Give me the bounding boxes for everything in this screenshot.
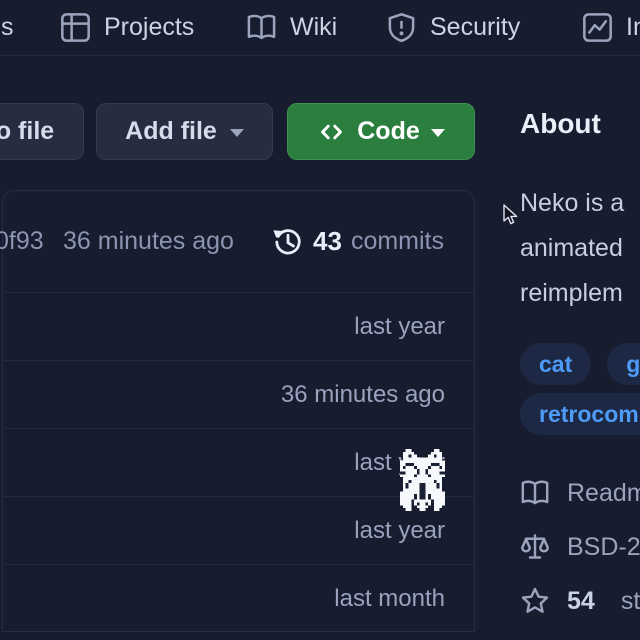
tab-wiki-label: Wiki [290, 13, 337, 42]
table-row[interactable]: 36 minutes ago [3, 360, 474, 428]
star-icon [520, 586, 550, 616]
file-row-time: last year [354, 517, 445, 545]
tab-security[interactable]: Security [386, 0, 520, 55]
topic-tag-cat[interactable]: cat [520, 343, 591, 385]
cursor-arrow-icon [503, 204, 520, 232]
stars-count: 54 [567, 587, 595, 616]
history-icon [272, 226, 304, 258]
license-link[interactable]: BSD-2 [520, 532, 640, 562]
tab-insights-label: In [626, 13, 640, 42]
table-icon [60, 12, 91, 43]
tab-security-label: Security [430, 13, 520, 42]
file-list-panel: 0f93 36 minutes ago 43 commits last year… [2, 190, 475, 632]
tab-wiki[interactable]: Wiki [246, 0, 337, 55]
graph-icon [582, 12, 613, 43]
file-row-time: last month [334, 585, 445, 613]
file-row-time: 36 minutes ago [281, 381, 445, 409]
tab-partial-label: s [1, 13, 14, 42]
code-button[interactable]: Code [287, 103, 475, 160]
table-row[interactable]: last month [3, 564, 474, 632]
commit-hash-link[interactable]: 0f93 [0, 191, 44, 292]
tab-insights[interactable]: In [582, 0, 640, 55]
tab-projects-label: Projects [104, 13, 194, 42]
stars-label: sta [621, 587, 640, 616]
add-file-button[interactable]: Add file [96, 103, 273, 160]
go-to-file-label: o file [0, 117, 54, 146]
tab-projects[interactable]: Projects [60, 0, 194, 55]
go-to-file-button[interactable]: o file [0, 103, 84, 160]
topic-tag-retrocomputing[interactable]: retrocomp [520, 393, 640, 435]
chevron-down-icon [431, 129, 445, 137]
commit-count: 43 [313, 226, 342, 257]
book-icon [520, 478, 550, 508]
add-file-label: Add file [125, 117, 217, 146]
readme-link[interactable]: Readme [520, 478, 640, 508]
readme-label: Readme [567, 479, 640, 508]
code-icon [317, 119, 346, 145]
table-row[interactable]: last year [3, 292, 474, 360]
shield-alert-icon [386, 12, 417, 43]
topics-row: cat go [520, 343, 640, 385]
license-label: BSD-2 [567, 533, 640, 562]
topic-tag-go[interactable]: go [607, 343, 640, 385]
chevron-down-icon [230, 129, 244, 137]
nav-divider [0, 55, 640, 56]
book-icon [246, 12, 277, 43]
about-title: About [520, 108, 601, 140]
tab-partial[interactable]: s [1, 0, 14, 55]
code-button-label: Code [357, 117, 420, 146]
stars-link[interactable]: 54 sta [520, 586, 640, 616]
latest-commit-bar: 0f93 36 minutes ago 43 commits [3, 191, 474, 292]
commit-time: 36 minutes ago [63, 191, 234, 292]
about-description-line: Neko is a [520, 181, 624, 226]
about-description: Neko is a animated reimplem [520, 181, 624, 316]
file-row-time: last year [354, 313, 445, 341]
neko-cat-sprite [400, 449, 445, 511]
topics-row: retrocomp [520, 393, 640, 435]
commits-label: commits [351, 227, 444, 256]
repo-tab-bar: s Projects Wiki [0, 0, 640, 56]
about-description-line: animated [520, 226, 624, 271]
about-description-line: reimplem [520, 271, 624, 316]
github-repo-page: s Projects Wiki [0, 0, 640, 640]
commit-history-link[interactable]: 43 commits [272, 191, 444, 292]
law-icon [520, 532, 550, 562]
